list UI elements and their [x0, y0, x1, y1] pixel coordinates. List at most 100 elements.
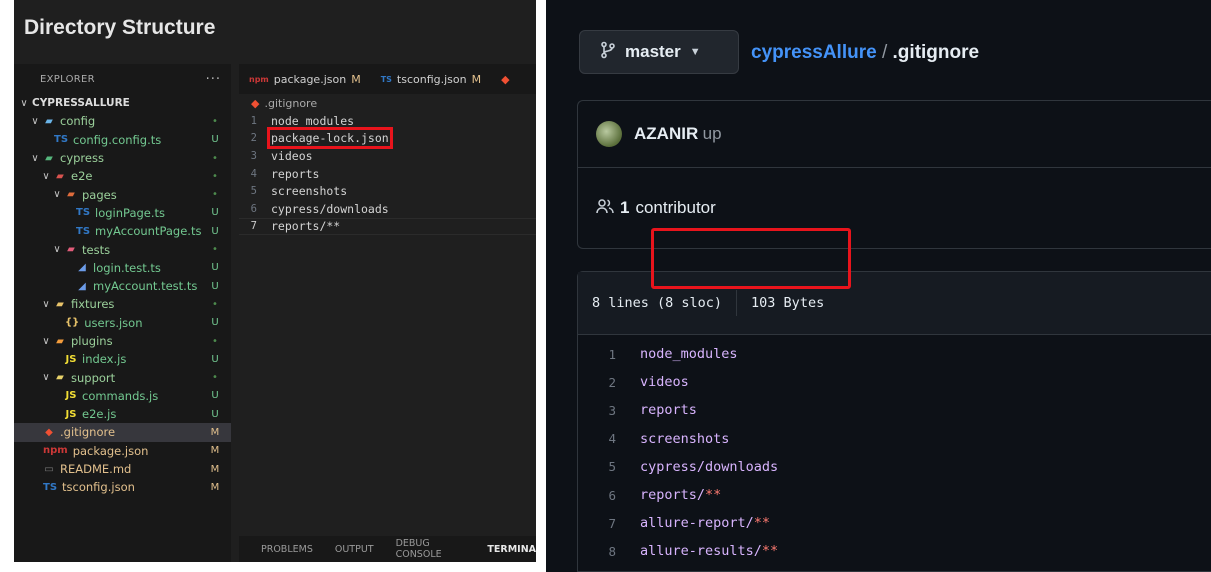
tree-item-label: README.md: [60, 462, 132, 477]
git-status-badge: •: [212, 372, 218, 384]
folder-e2e-icon: ▰: [56, 170, 64, 182]
tree-item-label: commands.js: [82, 388, 159, 403]
commit-message[interactable]: up: [703, 124, 722, 143]
tab-tsconfig-json[interactable]: TS tsconfig.json M: [371, 64, 491, 94]
panel-tabs: PROBLEMS OUTPUT DEBUG CONSOLE TERMINA: [239, 536, 536, 562]
line-number[interactable]: 8: [578, 544, 640, 559]
github-file-view: master ▼ cypressAllure / .gitignore AZAN…: [546, 0, 1211, 572]
line-number[interactable]: 7: [578, 516, 640, 531]
editor-tabs: npm package.json M TS tsconfig.json M ◆: [239, 64, 536, 94]
code-line[interactable]: 2 package-lock.json: [239, 127, 536, 150]
tab-gitignore[interactable]: ◆: [491, 64, 519, 94]
tree-file[interactable]: TS loginPage.ts U: [14, 204, 231, 222]
tree-file[interactable]: TS config.config.ts U: [14, 131, 231, 149]
chevron-down-icon: ∨: [53, 244, 61, 256]
code-line[interactable]: 7 reports/**: [239, 217, 536, 236]
code-text-body: reports/: [640, 487, 706, 504]
editor-area: npm package.json M TS tsconfig.json M ◆ …: [239, 64, 536, 562]
javascript-icon: JS: [65, 390, 77, 402]
file-name: .gitignore: [892, 42, 980, 63]
breadcrumb[interactable]: ◆ .gitignore: [239, 94, 536, 112]
typescript-icon: TS: [76, 207, 91, 219]
file-breadcrumb: cypressAllure / .gitignore: [751, 42, 979, 64]
code-text: reports/**: [271, 219, 341, 234]
git-status-badge: U: [211, 207, 219, 219]
tab-output[interactable]: OUTPUT: [335, 544, 374, 555]
tab-label: package.json: [273, 72, 347, 86]
tree-file[interactable]: {} users.json U: [14, 314, 231, 332]
code-line[interactable]: 4 reports: [239, 165, 536, 183]
tree-folder[interactable]: ∨ ▰ plugins •: [14, 332, 231, 350]
avatar[interactable]: [596, 121, 622, 147]
line-number: 2: [250, 132, 257, 145]
file-tree: ∨ CYPRESSALLURE ∨ ▰ config • TS config.config.t…: [14, 94, 231, 497]
tree-file[interactable]: JS e2e.js U: [14, 405, 231, 423]
line-number[interactable]: 1: [578, 347, 640, 362]
repo-link[interactable]: cypressAllure: [751, 42, 877, 63]
contributors-label[interactable]: contributor: [635, 198, 715, 218]
code-line[interactable]: 6 cypress/downloads: [239, 200, 536, 218]
tree-file[interactable]: JS index.js U: [14, 350, 231, 368]
git-status-badge: •: [212, 152, 218, 164]
tree-file[interactable]: npm package.json M: [14, 442, 231, 460]
git-status-badge: U: [211, 134, 219, 146]
code-text-body: allure-results/: [640, 543, 762, 560]
npm-icon: npm: [249, 74, 269, 84]
line-number[interactable]: 5: [578, 459, 640, 474]
code-line[interactable]: 1 node_modules: [239, 112, 536, 130]
code-line: 1 node_modules: [578, 340, 1211, 368]
tree-item-label: cypress: [60, 151, 104, 166]
tree-folder[interactable]: ∨ ▰ pages •: [14, 185, 231, 203]
git-status-badge: M: [210, 426, 220, 438]
tree-item-label: config.config.ts: [73, 132, 162, 147]
explorer-root[interactable]: ∨ CYPRESSALLURE: [14, 94, 231, 112]
folder-cypress-icon: ▰: [45, 152, 53, 164]
tree-file[interactable]: JS commands.js U: [14, 387, 231, 405]
tree-file[interactable]: ◢ login.test.ts U: [14, 259, 231, 277]
javascript-icon: JS: [65, 408, 77, 420]
contributors-count[interactable]: 1: [620, 198, 629, 218]
line-number[interactable]: 6: [578, 488, 640, 503]
git-icon: ◆: [501, 72, 510, 86]
tab-terminal[interactable]: TERMINA: [487, 544, 536, 555]
code-editor[interactable]: 1 node_modules 2 package-lock.json 3 videos 4 r…: [239, 112, 536, 236]
git-status-badge: U: [211, 353, 219, 365]
explorer-header: EXPLORER ···: [14, 64, 231, 94]
tree-item-label: myAccountPage.ts: [95, 224, 202, 239]
json-icon: {}: [65, 317, 80, 329]
tree-folder[interactable]: ∨ ▰ config •: [14, 112, 231, 130]
code-line[interactable]: 3 videos: [239, 147, 536, 165]
chevron-down-icon: ∨: [42, 335, 50, 347]
tree-folder[interactable]: ∨ ▰ fixtures •: [14, 295, 231, 313]
tsconfig-icon: TS: [43, 481, 58, 493]
tree-folder[interactable]: ∨ ▰ cypress •: [14, 149, 231, 167]
tab-package-json[interactable]: npm package.json M: [239, 64, 371, 94]
tree-file[interactable]: ◆ .gitignore M: [14, 423, 231, 442]
more-actions-icon[interactable]: ···: [206, 72, 221, 87]
tree-folder[interactable]: ∨ ▰ e2e •: [14, 167, 231, 185]
line-number[interactable]: 3: [578, 403, 640, 418]
tree-file[interactable]: TS myAccountPage.ts U: [14, 222, 231, 240]
tree-item-label: e2e: [71, 169, 93, 184]
code-line: 6 reports/**: [578, 481, 1211, 509]
line-number[interactable]: 2: [578, 375, 640, 390]
people-icon: [596, 198, 614, 219]
tree-item-label: e2e.js: [82, 407, 117, 422]
tree-file[interactable]: TS tsconfig.json M: [14, 478, 231, 496]
tree-item-label: support: [71, 370, 116, 385]
tab-debug-console[interactable]: DEBUG CONSOLE: [396, 538, 466, 560]
markdown-icon: ▭: [44, 463, 54, 475]
tree-file[interactable]: ◢ myAccount.test.ts U: [14, 277, 231, 295]
line-number[interactable]: 4: [578, 431, 640, 446]
git-status-badge: •: [212, 170, 218, 182]
file-code[interactable]: 1 node_modules 2 videos 3 reports 4 screenshots…: [578, 335, 1211, 566]
tree-item-label: CYPRESSALLURE: [32, 97, 130, 110]
tree-folder[interactable]: ∨ ▰ support •: [14, 368, 231, 386]
tab-problems[interactable]: PROBLEMS: [261, 544, 313, 555]
tree-file[interactable]: ▭ README.md M: [14, 460, 231, 478]
code-line[interactable]: 5 screenshots: [239, 182, 536, 200]
commit-author[interactable]: AZANIR: [634, 124, 698, 143]
git-status-badge: U: [211, 408, 219, 420]
tree-folder[interactable]: ∨ ▰ tests •: [14, 240, 231, 258]
branch-selector-button[interactable]: master ▼: [579, 30, 739, 74]
